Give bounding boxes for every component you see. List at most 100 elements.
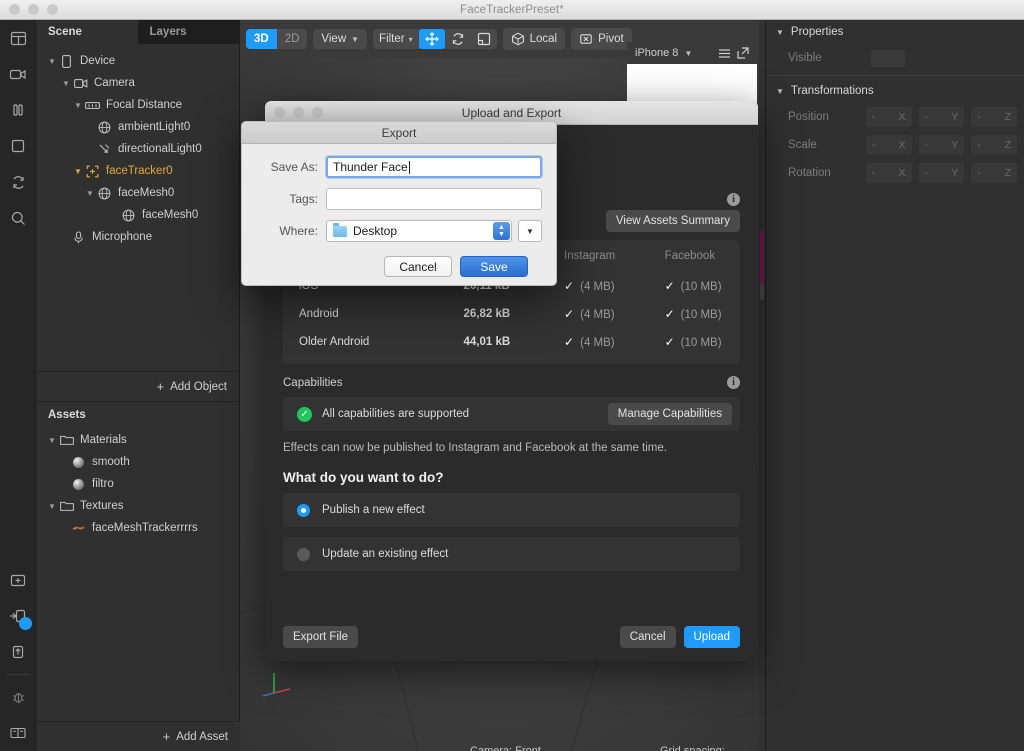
upload-button[interactable]: Upload [683, 625, 740, 648]
square-icon[interactable] [0, 128, 36, 164]
position-y-field[interactable]: -Y [918, 107, 965, 127]
rotate-tool-icon[interactable] [445, 29, 471, 49]
radio-selected-icon[interactable] [297, 503, 310, 517]
assets-header: Assets [36, 401, 239, 427]
option-publish-new-effect[interactable]: Publish a new effect [283, 493, 740, 527]
tree-node-label: faceMesh0 [118, 187, 175, 199]
info-icon[interactable]: i [727, 193, 740, 206]
chevron-down-icon[interactable]: ▼ [46, 57, 58, 66]
manage-capabilities-button[interactable]: Manage Capabilities [607, 403, 732, 425]
add-object-button[interactable]: + Add Object [36, 371, 239, 401]
scale-y-field[interactable]: -Y [918, 135, 965, 155]
chevron-down-icon[interactable]: ▼ [84, 189, 96, 198]
chevron-down-icon[interactable]: ▼ [72, 167, 84, 176]
tab-scene[interactable]: Scene [36, 20, 138, 44]
mode-3d-button[interactable]: 3D [246, 29, 277, 49]
tree-node-facemesh0[interactable]: ▼ faceMesh0 [36, 182, 239, 204]
pause-icon[interactable] [0, 92, 36, 128]
position-x-field[interactable]: -X [865, 107, 912, 127]
device-name-label[interactable]: iPhone 8 [635, 47, 678, 59]
asset-node-materials[interactable]: ▼ Materials [36, 429, 239, 451]
visible-checkbox[interactable] [871, 49, 905, 67]
save-as-input[interactable]: Thunder Face [326, 156, 542, 178]
tab-scene-label: Scene [48, 26, 82, 38]
tags-label: Tags: [289, 192, 318, 206]
chevron-down-icon[interactable]: ▼ [684, 49, 692, 58]
export-save-button[interactable]: Save [460, 256, 528, 277]
scale-z-field[interactable]: -Z [971, 135, 1017, 155]
rotation-y-field[interactable]: -Y [918, 163, 965, 183]
asset-node-filtro[interactable]: filtro [36, 473, 239, 495]
export-sheet-title: Export [381, 125, 417, 140]
filter-dropdown[interactable]: Filter ▾ [373, 30, 419, 48]
pivot-button[interactable]: Pivot [571, 28, 632, 50]
export-cancel-button[interactable]: Cancel [384, 256, 452, 277]
add-object-label: Add Object [170, 380, 227, 393]
tree-node-focal-distance[interactable]: ▼ Focal Distance [36, 94, 239, 116]
chevron-down-icon[interactable]: ▼ [60, 79, 72, 88]
tree-node-facemesh0-child[interactable]: faceMesh0 [36, 204, 239, 226]
add-folder-icon[interactable] [0, 562, 36, 598]
mode-toggle[interactable]: 3D 2D [246, 29, 308, 49]
view-dropdown[interactable]: View ▼ [313, 29, 368, 49]
globe-icon [120, 209, 137, 222]
scale-x-field[interactable]: -X [865, 135, 912, 155]
hamburger-icon[interactable] [718, 48, 731, 59]
visible-label: Visible [788, 52, 822, 64]
bug-icon[interactable] [0, 679, 36, 715]
table-row: Android 26,82 kB ✓ (4 MB) ✓ (10 MB) [283, 300, 740, 328]
tree-node-facetracker0[interactable]: ▼ faceTracker0 [36, 160, 239, 182]
rotation-x-field[interactable]: -X [865, 163, 912, 183]
view-assets-summary-button[interactable]: View Assets Summary [605, 210, 740, 232]
tab-layers[interactable]: Layers [137, 20, 239, 44]
transformations-section-header[interactable]: ▼ Transformations [766, 79, 1024, 103]
scrollbar-thumb[interactable] [760, 230, 764, 285]
search-icon[interactable] [0, 200, 36, 236]
scene-tabbar: Scene Layers [36, 20, 239, 44]
docs-icon[interactable] [0, 715, 36, 751]
stepper-icon[interactable]: ▲ ▼ [493, 222, 510, 240]
tree-node-ambientlight0[interactable]: ambientLight0 [36, 116, 239, 138]
chevron-down-icon[interactable]: ▼ [46, 502, 58, 511]
cell-device: Android [299, 308, 339, 320]
option-update-existing-effect[interactable]: Update an existing effect [283, 537, 740, 571]
scale-tool-icon[interactable] [471, 29, 497, 49]
radio-unselected-icon[interactable] [297, 547, 310, 561]
export-sheet-titlebar: Export [242, 122, 556, 144]
add-asset-button[interactable]: + Add Asset [36, 721, 240, 751]
mode-2d-button[interactable]: 2D [276, 29, 308, 49]
asset-node-facemeshtracker[interactable]: faceMeshTrackerrrrs [36, 517, 239, 539]
tags-input[interactable] [326, 188, 542, 210]
chevron-down-icon[interactable]: ▼ [776, 87, 784, 96]
export-icon[interactable] [0, 634, 36, 670]
check-icon: ✓ [564, 307, 575, 321]
properties-section-header[interactable]: ▼ Properties [766, 20, 1024, 44]
tree-node-camera[interactable]: ▼ Camera [36, 72, 239, 94]
asset-node-textures[interactable]: ▼ Textures [36, 495, 239, 517]
expand-browser-button[interactable]: ▼ [518, 220, 542, 242]
position-z-field[interactable]: -Z [971, 107, 1017, 127]
export-file-button[interactable]: Export File [283, 625, 358, 648]
tree-node-directionallight0[interactable]: directionalLight0 [36, 138, 239, 160]
chevron-down-icon[interactable]: ▼ [46, 436, 58, 445]
refresh-icon[interactable] [0, 164, 36, 200]
chevron-down-icon[interactable]: ▼ [776, 28, 784, 37]
import-icon[interactable] [0, 598, 36, 634]
scale-y-value: - [924, 139, 929, 151]
local-space-button[interactable]: Local [502, 28, 566, 50]
where-value: Desktop [353, 224, 398, 238]
tree-node-microphone[interactable]: Microphone [36, 226, 239, 248]
popout-icon[interactable] [737, 47, 749, 59]
camera-icon[interactable] [0, 56, 36, 92]
info-icon[interactable]: i [727, 376, 740, 389]
pivot-label: Pivot [598, 33, 624, 45]
move-tool-icon[interactable] [418, 29, 445, 49]
rotation-z-field[interactable]: -Z [971, 163, 1017, 183]
where-select[interactable]: Desktop ▲ ▼ [326, 220, 512, 242]
layout-icon[interactable] [0, 20, 36, 56]
cancel-upload-button[interactable]: Cancel [619, 625, 676, 648]
axis-label-x: X [898, 111, 906, 123]
tree-node-device[interactable]: ▼ Device [36, 50, 239, 72]
asset-node-smooth[interactable]: smooth [36, 451, 239, 473]
chevron-down-icon[interactable]: ▼ [72, 101, 84, 110]
